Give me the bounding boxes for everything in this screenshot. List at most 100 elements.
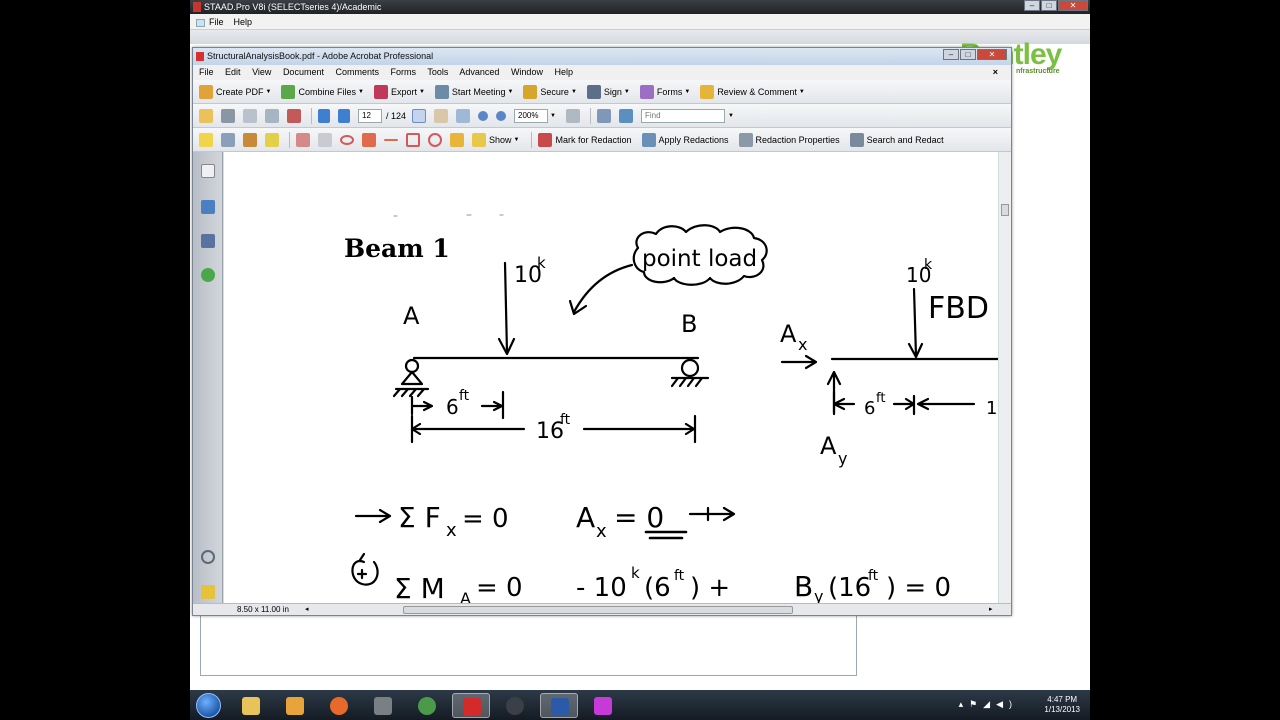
export-button[interactable]: Export ▼ — [373, 84, 425, 99]
close-button[interactable]: ✕ — [977, 49, 1007, 60]
tool-app[interactable] — [364, 693, 402, 718]
menu-comments[interactable]: Comments — [335, 67, 379, 77]
export-label: Export — [390, 86, 417, 97]
cloud-icon[interactable] — [340, 134, 354, 145]
acrobat-window: StructuralAnalysisBook.pdf - Adobe Acrob… — [192, 47, 1012, 616]
attachment-icon[interactable] — [201, 550, 215, 564]
redaction-properties-icon — [738, 132, 753, 147]
recorder-app[interactable] — [496, 693, 534, 718]
page-layout-icon[interactable] — [596, 108, 611, 123]
minimize-button[interactable]: – — [943, 49, 959, 60]
next-page-icon[interactable] — [338, 108, 350, 123]
pencil-icon[interactable] — [450, 132, 464, 147]
clock[interactable]: 4:47 PM 1/13/2013 — [1044, 695, 1080, 715]
menu-view[interactable]: View — [252, 67, 271, 77]
menu-edit[interactable]: Edit — [225, 67, 241, 77]
textbox-icon[interactable] — [318, 132, 332, 147]
forms-button[interactable]: Forms ▼ — [639, 84, 690, 99]
sign-button[interactable]: Sign ▼ — [586, 84, 630, 99]
save-icon[interactable] — [243, 108, 257, 123]
fit-width-icon[interactable] — [565, 108, 580, 123]
create-pdf-button[interactable]: Create PDF ▼ — [199, 84, 271, 99]
signatures-icon[interactable] — [201, 234, 215, 248]
beam-heading: Beam 1 — [344, 234, 450, 263]
maximize-button[interactable]: □ — [960, 49, 976, 60]
close-document-icon[interactable]: × — [993, 65, 998, 80]
apply-redactions-button[interactable]: Apply Redactions — [641, 132, 729, 147]
chrome-app[interactable] — [408, 693, 446, 718]
staad-menu-file[interactable]: File — [209, 17, 224, 27]
hand-tool-icon[interactable] — [434, 108, 449, 123]
acrobat-caption-buttons: – □ ✕ — [943, 49, 1007, 60]
zoom-input[interactable] — [514, 108, 549, 123]
stamp-icon[interactable] — [243, 132, 257, 147]
close-button[interactable]: ✕ — [1058, 0, 1088, 11]
comments-icon[interactable] — [201, 585, 215, 599]
callout-icon[interactable] — [296, 132, 310, 147]
navigation-pane — [193, 152, 223, 603]
recorder-icon — [506, 697, 524, 715]
menu-window[interactable]: Window — [511, 67, 543, 77]
show-button[interactable]: Show ▼ — [472, 132, 519, 147]
search-and-redact-button[interactable]: Search and Redact — [849, 132, 944, 147]
bookmarks-icon[interactable] — [201, 200, 215, 214]
explorer-app[interactable] — [232, 693, 270, 718]
chevron-down-icon[interactable]: ▼ — [728, 113, 734, 119]
review-comment-button[interactable]: Review & Comment ▼ — [700, 84, 805, 99]
rectangle-icon[interactable] — [406, 132, 420, 147]
horizontal-scrollbar[interactable] — [403, 606, 793, 614]
support-a-label: A — [403, 302, 420, 330]
vertical-scrollbar[interactable] — [998, 152, 1011, 603]
scan-icon[interactable] — [287, 108, 301, 123]
scrollbar-thumb[interactable] — [1001, 204, 1009, 216]
minimize-button[interactable]: – — [1024, 0, 1040, 11]
start-button[interactable] — [196, 693, 221, 718]
scroll-right-icon[interactable]: ▸ — [989, 604, 993, 615]
start-meeting-button[interactable]: Start Meeting ▼ — [434, 84, 513, 99]
redaction-properties-button[interactable]: Redaction Properties — [738, 132, 840, 147]
menu-document[interactable]: Document — [283, 67, 324, 77]
menu-file[interactable]: File — [199, 67, 214, 77]
redaction-properties-label: Redaction Properties — [755, 134, 840, 145]
pdf-page[interactable]: Beam 1 10 k point load A B 6 ft 16 ft 10… — [224, 152, 998, 603]
acrobat-app[interactable] — [452, 693, 490, 718]
taskbar: ▴⚑◢◀) 4:47 PM 1/13/2013 — [190, 690, 1090, 720]
page-number-input[interactable] — [358, 108, 382, 123]
secure-button[interactable]: Secure ▼ — [523, 84, 577, 99]
chevron-down-icon[interactable]: ▼ — [550, 113, 556, 119]
pdf-tool-app[interactable] — [584, 693, 622, 718]
find-input[interactable] — [640, 108, 725, 123]
text-edit-icon[interactable] — [221, 132, 235, 147]
combine-files-button[interactable]: Combine Files ▼ — [281, 84, 364, 99]
sticky-note-icon[interactable] — [199, 132, 213, 147]
email-icon[interactable] — [265, 108, 279, 123]
staad-icon — [551, 698, 569, 716]
menu-advanced[interactable]: Advanced — [459, 67, 499, 77]
zoom-out-icon[interactable] — [478, 110, 489, 121]
scroll-left-icon[interactable]: ◂ — [305, 604, 309, 615]
print-icon[interactable] — [221, 108, 235, 123]
zoom-tool-icon[interactable] — [456, 108, 471, 123]
arrow-icon[interactable] — [362, 132, 376, 147]
line-icon[interactable] — [384, 138, 398, 141]
equation-moment-term1-arm-unit: ft — [674, 568, 685, 584]
open-icon[interactable] — [199, 108, 213, 123]
menu-tools[interactable]: Tools — [427, 67, 448, 77]
staad-menu-help[interactable]: Help — [234, 17, 253, 27]
previous-page-icon[interactable] — [318, 108, 330, 123]
mark-for-redaction-button[interactable]: Mark for Redaction — [538, 132, 632, 147]
firefox-app[interactable] — [320, 693, 358, 718]
full-screen-icon[interactable] — [618, 108, 633, 123]
media-player-app[interactable] — [276, 693, 314, 718]
highlight-icon[interactable] — [265, 132, 279, 147]
oval-icon[interactable] — [428, 132, 442, 147]
pages-icon[interactable] — [201, 164, 215, 178]
select-tool-icon[interactable] — [412, 108, 427, 123]
help-icon[interactable] — [201, 268, 215, 282]
menu-help[interactable]: Help — [554, 67, 573, 77]
zoom-in-icon[interactable] — [496, 110, 507, 121]
menu-forms[interactable]: Forms — [391, 67, 417, 77]
staad-app[interactable] — [540, 693, 578, 718]
system-tray[interactable]: ▴⚑◢◀) — [959, 699, 1018, 710]
maximize-button[interactable]: □ — [1041, 0, 1057, 11]
